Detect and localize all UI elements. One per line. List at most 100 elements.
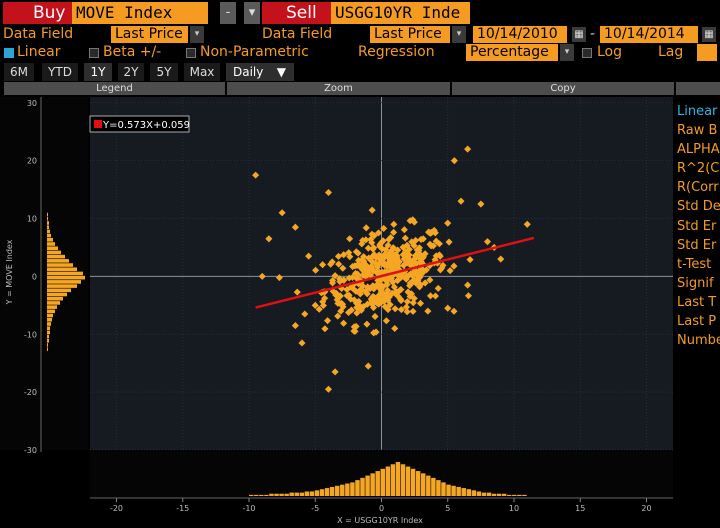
log-checkbox[interactable] [582,48,592,58]
x-hist-bar [501,493,507,496]
sell-ticker-field[interactable]: USGG10YR Inde [331,2,470,24]
scatter-point [392,258,400,266]
scatter-point [394,270,402,278]
start-date-field[interactable]: 10/14/2010 [473,26,567,43]
scatter-point [362,264,370,272]
start-calendar-icon[interactable]: ▦ [572,27,586,42]
x-hist-bar [431,477,436,496]
zoom-tab[interactable]: Zoom [227,82,450,95]
regression-arrow[interactable]: ▾ [560,44,574,61]
linear-checkbox[interactable] [4,48,14,58]
stats-row: Std De [677,199,720,215]
scatter-point [366,285,374,293]
scatter-point [401,253,409,261]
scatter-point [393,254,401,262]
scatter-point [339,264,347,272]
scatter-point [450,262,458,270]
scatter-point [361,287,370,295]
scatter-point [360,302,368,311]
beta-checkbox[interactable] [89,48,99,58]
scatter-point [385,268,393,276]
scatter-point [354,278,362,286]
end-calendar-icon[interactable]: ▦ [702,27,716,42]
scatter-point [332,291,340,299]
period-1y[interactable]: 1Y [84,63,112,81]
scatter-point [364,269,372,277]
copy-tab[interactable]: Copy [452,82,674,95]
lag-field[interactable] [697,44,717,61]
scatter-point [346,253,354,261]
scatter-point [392,251,400,259]
scatter-point [319,261,327,269]
scatter-point [384,241,392,249]
scatter-point [383,261,391,269]
x-hist-bar [395,462,401,496]
data-field-select-1[interactable]: Last Price [111,26,188,43]
scatter-point [450,157,458,165]
y-hist-bar [47,313,53,318]
scatter-point [403,250,411,258]
scatter-point [360,257,368,265]
scatter-point [402,303,410,311]
scatter-point [337,307,345,315]
regression-select[interactable]: Percentage [466,44,558,61]
x-hist-bar [451,485,456,496]
scatter-point [375,254,383,263]
data-field-2-arrow[interactable]: ▾ [452,26,466,43]
data-field-row: Data Field Last Price ▾ Data Field Last … [0,25,720,44]
y-tick-label: -20 [24,388,37,397]
scatter-point [351,262,359,270]
scatter-point [409,278,417,286]
data-field-1-arrow[interactable]: ▾ [190,26,204,43]
y-axis-label: Y = MOVE Index [5,239,14,305]
scatter-point [405,245,413,253]
scatter-point [388,265,396,273]
scatter-point [416,299,425,307]
scatter-point [386,256,394,264]
legend-tab[interactable]: Legend [4,82,225,95]
scatter-point [366,271,374,279]
buy-ticker-field[interactable]: MOVE Index [72,2,208,24]
scatter-point [416,283,424,291]
scatter-point [368,257,376,265]
y-hist-bar [47,330,50,335]
x-hist-bar [264,494,269,496]
scatter-point [401,234,409,242]
y-hist-bar [47,242,55,246]
scatter-point [372,268,380,276]
scatter-point [410,294,418,302]
y-hist-bar [47,237,53,242]
minus-button[interactable]: - [220,2,236,24]
scatter-point [426,276,434,284]
x-hist-bar [436,480,441,496]
scatter-point [361,261,369,269]
scatter-point [390,220,398,228]
period-ytd[interactable]: YTD [42,63,78,81]
x-hist-bar [517,494,522,496]
y-hist-bar [47,343,48,347]
scatter-point [431,292,440,300]
lag-label: Lag [658,44,684,60]
buy-dropdown-arrow[interactable]: ▾ [244,2,260,24]
data-field-select-2[interactable]: Last Price [370,26,450,43]
frequency-select[interactable]: Daily ▼ [226,63,294,81]
nonparam-checkbox[interactable] [186,48,196,58]
period-5y[interactable]: 5Y [150,63,178,81]
period-2y[interactable]: 2Y [118,63,144,81]
scatter-point [381,271,389,279]
period-6m[interactable]: 6M [4,63,34,81]
end-date-field[interactable]: 10/14/2014 [600,26,698,43]
scatter-point [378,253,386,261]
equation-legend: Y=0.573X+0.059 [89,115,190,133]
period-max[interactable]: Max [184,63,220,81]
x-hist-bar [496,493,502,496]
scatter-point [415,268,423,276]
scatter-point [353,303,361,312]
stats-tab[interactable] [676,82,720,95]
scatter-point [349,285,357,293]
scatter-point [408,279,416,287]
log-label: Log [597,44,623,60]
x-tick-label: 0 [379,504,384,513]
date-separator: - [590,26,596,42]
regression-line [255,236,535,309]
